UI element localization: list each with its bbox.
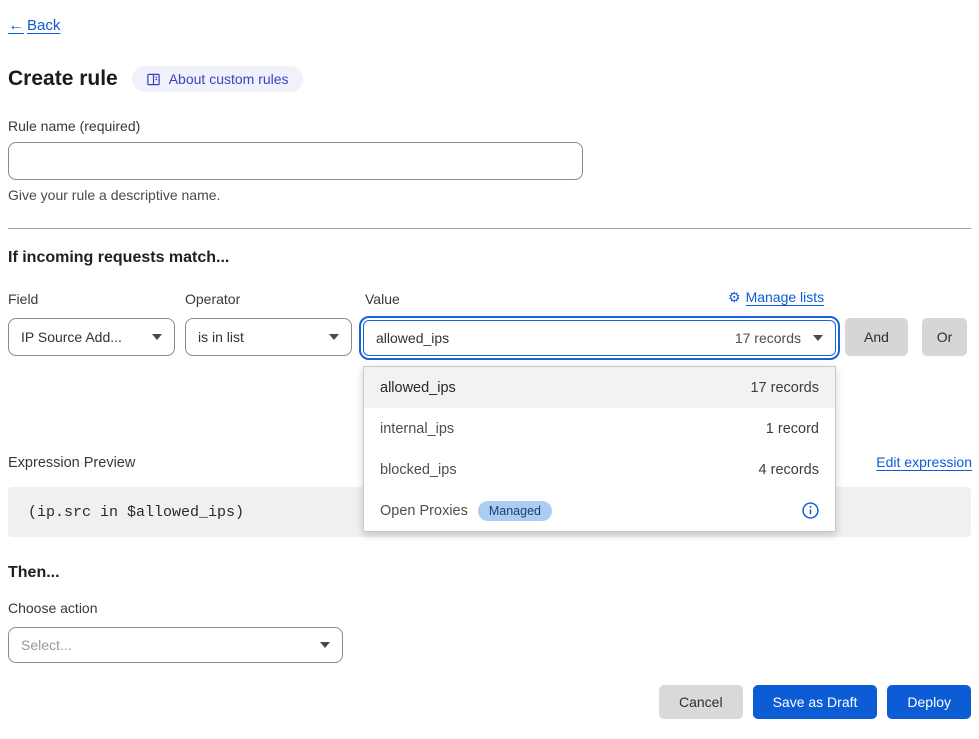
rule-name-input[interactable]	[8, 142, 583, 180]
match-section-heading: If incoming requests match...	[8, 249, 229, 267]
create-rule-page: ← Back Create rule About custom rules Ru…	[0, 0, 979, 739]
and-button[interactable]: And	[845, 318, 908, 356]
value-select-record-count: 17 records	[735, 330, 805, 346]
list-option-name: allowed_ips	[380, 380, 456, 396]
value-select[interactable]: allowed_ips 17 records	[363, 320, 836, 356]
list-option-open-proxies[interactable]: Open Proxies Managed	[364, 490, 835, 531]
chevron-down-icon	[813, 335, 823, 341]
book-icon	[146, 72, 161, 87]
info-icon[interactable]	[802, 502, 819, 519]
edit-expression-link[interactable]: Edit expression	[876, 454, 972, 470]
list-option-internal-ips[interactable]: internal_ips 1 record	[364, 408, 835, 449]
field-label: Field	[8, 291, 38, 307]
gear-icon: ⚙	[728, 290, 741, 304]
deploy-button[interactable]: Deploy	[887, 685, 971, 719]
back-label: Back	[27, 17, 60, 34]
list-option-count: 1 record	[766, 421, 819, 437]
about-custom-rules-label: About custom rules	[169, 71, 289, 87]
list-option-count: 4 records	[759, 462, 819, 478]
choose-action-label: Choose action	[8, 600, 98, 616]
field-select-value: IP Source Add...	[21, 329, 122, 345]
operator-select-value: is in list	[198, 329, 244, 345]
list-option-name: Open Proxies	[380, 503, 468, 519]
rule-name-label: Rule name (required)	[8, 118, 140, 134]
chevron-down-icon	[152, 334, 162, 340]
expression-code: (ip.src in $allowed_ips)	[28, 504, 244, 521]
list-option-name: internal_ips	[380, 421, 454, 437]
save-as-draft-button[interactable]: Save as Draft	[753, 685, 878, 719]
manage-lists-label: Manage lists	[746, 289, 825, 305]
rule-name-helper: Give your rule a descriptive name.	[8, 187, 220, 203]
back-link[interactable]: ← Back	[8, 17, 60, 34]
list-dropdown-panel: allowed_ips 17 records internal_ips 1 re…	[363, 366, 836, 532]
list-option-blocked-ips[interactable]: blocked_ips 4 records	[364, 449, 835, 490]
chevron-down-icon	[320, 642, 330, 648]
back-arrow-icon: ←	[8, 18, 24, 34]
expression-preview-label: Expression Preview	[8, 455, 135, 471]
list-option-allowed-ips[interactable]: allowed_ips 17 records	[364, 367, 835, 408]
list-option-name: blocked_ips	[380, 462, 457, 478]
or-button[interactable]: Or	[922, 318, 967, 356]
operator-label: Operator	[185, 291, 240, 307]
action-select[interactable]: Select...	[8, 627, 343, 663]
title-row: Create rule About custom rules	[8, 66, 303, 92]
about-custom-rules-badge[interactable]: About custom rules	[132, 66, 303, 92]
list-option-count: 17 records	[750, 380, 819, 396]
then-section-heading: Then...	[8, 564, 60, 582]
section-divider	[8, 228, 971, 229]
cancel-button[interactable]: Cancel	[659, 685, 743, 719]
footer-buttons: Cancel Save as Draft Deploy	[659, 685, 971, 719]
chevron-down-icon	[329, 334, 339, 340]
page-title: Create rule	[8, 67, 118, 91]
field-select[interactable]: IP Source Add...	[8, 318, 175, 356]
value-label: Value	[365, 291, 400, 307]
managed-badge: Managed	[478, 501, 552, 521]
manage-lists-link[interactable]: ⚙ Manage lists	[728, 289, 824, 305]
action-select-placeholder: Select...	[21, 637, 72, 653]
value-select-value: allowed_ips	[376, 330, 449, 346]
operator-select[interactable]: is in list	[185, 318, 352, 356]
